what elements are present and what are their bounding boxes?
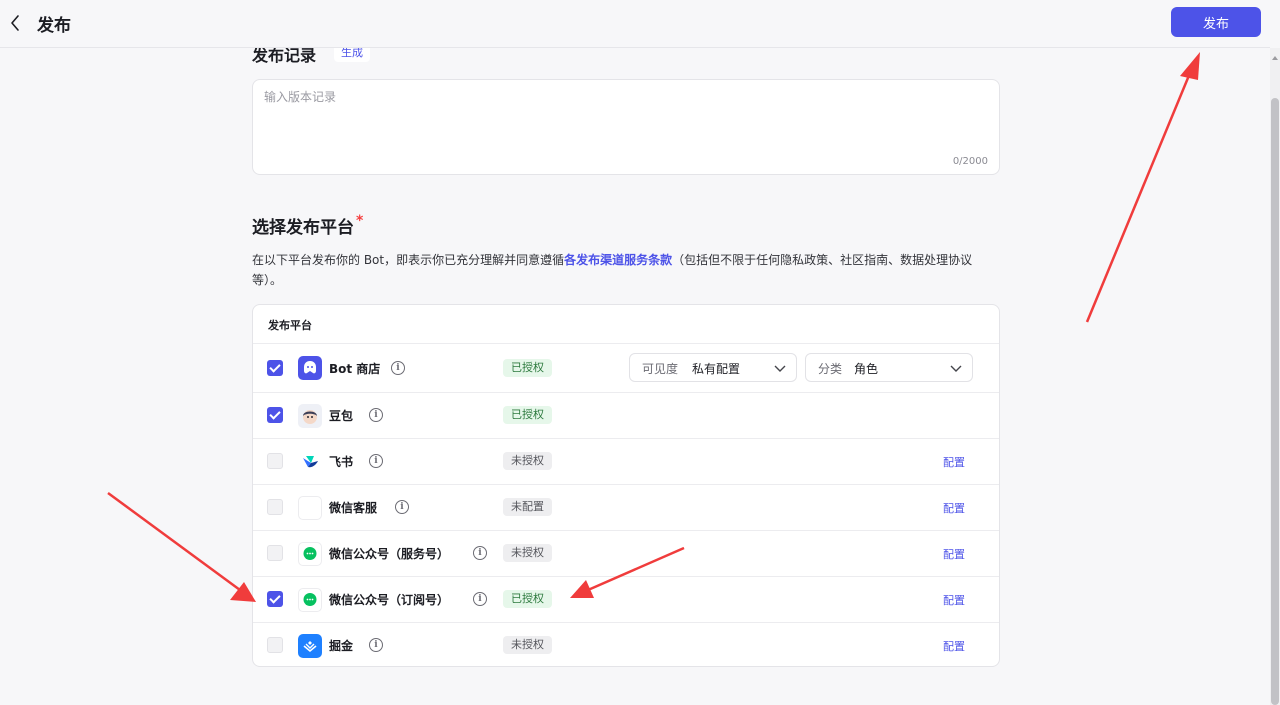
platform-row-wechat-service: 微信客服 i 未配置 配置 — [253, 485, 999, 531]
visibility-label: 可见度 — [642, 362, 679, 376]
configure-link[interactable]: 配置 — [943, 500, 965, 516]
bot-store-checkbox[interactable] — [267, 360, 283, 376]
configure-link[interactable]: 配置 — [943, 638, 965, 654]
juejin-checkbox[interactable] — [267, 637, 283, 653]
wechat-icon — [298, 542, 322, 566]
wechat-service-icon — [298, 496, 322, 520]
configure-link[interactable]: 配置 — [943, 454, 965, 470]
wechat-icon — [298, 588, 322, 612]
chevron-down-icon — [950, 362, 962, 376]
wechat-subscription-checkbox[interactable] — [267, 591, 283, 607]
table-header-label: 发布平台 — [268, 319, 312, 332]
scrollbar-thumb[interactable] — [1271, 98, 1279, 705]
info-icon[interactable]: i — [473, 546, 487, 560]
status-badge: 已授权 — [503, 406, 552, 424]
info-icon[interactable]: i — [369, 454, 383, 468]
wechat-service-checkbox[interactable] — [267, 499, 283, 515]
visibility-select[interactable]: 可见度 私有配置 — [629, 353, 797, 382]
terms-link[interactable]: 各发布渠道服务条款 — [564, 253, 672, 267]
required-mark: * — [356, 213, 364, 229]
status-badge: 已授权 — [503, 590, 552, 608]
platform-name: 微信客服 — [329, 501, 378, 515]
release-notes-input[interactable] — [253, 80, 999, 174]
configure-link[interactable]: 配置 — [943, 592, 965, 608]
platform-row-doubao: 豆包 i 已授权 — [253, 393, 999, 439]
info-icon[interactable]: i — [395, 500, 409, 514]
arrow-to-publish-button — [1085, 52, 1200, 323]
page-title: 发布 — [37, 16, 71, 36]
platform-name: 飞书 — [329, 455, 354, 469]
platform-name: 微信公众号（订阅号） — [329, 593, 450, 607]
wechat-service-account-checkbox[interactable] — [267, 545, 283, 561]
platform-name: 掘金 — [329, 639, 354, 653]
visibility-value: 私有配置 — [692, 362, 741, 376]
status-badge: 未授权 — [503, 636, 552, 654]
doubao-icon — [298, 404, 322, 428]
info-icon[interactable]: i — [473, 592, 487, 606]
chevron-down-icon — [774, 362, 786, 376]
char-counter: 0/2000 — [952, 156, 988, 167]
platform-row-juejin: 掘金 i 未授权 配置 — [253, 623, 999, 666]
scroll-up-arrow-icon[interactable] — [1272, 56, 1278, 60]
platform-name: Bot 商店 — [329, 362, 381, 376]
platform-name: 豆包 — [329, 409, 354, 423]
top-bar: 发布 发布 — [0, 0, 1270, 48]
configure-link[interactable]: 配置 — [943, 546, 965, 562]
juejin-icon — [298, 634, 322, 658]
platform-section-title-text: 选择发布平台 — [252, 218, 354, 238]
status-badge: 已授权 — [503, 359, 552, 377]
info-icon[interactable]: i — [391, 361, 405, 375]
category-select[interactable]: 分类 角色 — [805, 353, 973, 382]
platform-table: 发布平台 Bot 商店 i 已授权 可见度 私有配置 分类 角色 豆包 i 已授… — [252, 304, 1000, 667]
platform-terms-description: 在以下平台发布你的 Bot，即表示你已充分理解并同意遵循各发布渠道服务条款（包括… — [252, 250, 1000, 290]
publish-button[interactable]: 发布 — [1171, 7, 1261, 37]
doubao-checkbox[interactable] — [267, 407, 283, 423]
status-badge: 未授权 — [503, 544, 552, 562]
info-icon[interactable]: i — [369, 638, 383, 652]
table-header: 发布平台 — [253, 305, 999, 344]
feishu-checkbox[interactable] — [267, 453, 283, 469]
release-notes-field: 0/2000 — [252, 79, 1000, 175]
platform-row-feishu: 飞书 i 未授权 配置 — [253, 439, 999, 485]
terms-text-before: 在以下平台发布你的 Bot，即表示你已充分理解并同意遵循 — [252, 253, 565, 267]
platform-row-bot-store: Bot 商店 i 已授权 可见度 私有配置 分类 角色 — [253, 344, 999, 393]
platform-section-title: 选择发布平台 * — [252, 213, 363, 238]
platform-row-wechat-service-account: 微信公众号（服务号） i 未授权 配置 — [253, 531, 999, 577]
category-value: 角色 — [854, 362, 879, 376]
platform-row-wechat-subscription: 微信公众号（订阅号） i 已授权 配置 — [253, 577, 999, 623]
bot-store-icon — [298, 356, 322, 380]
info-icon[interactable]: i — [369, 408, 383, 422]
platform-name: 微信公众号（服务号） — [329, 547, 450, 561]
category-label: 分类 — [818, 362, 843, 376]
status-badge: 未配置 — [503, 498, 552, 516]
back-arrow-icon[interactable] — [8, 12, 22, 34]
feishu-icon — [298, 450, 322, 474]
arrow-to-subscription-checkbox — [107, 491, 256, 602]
status-badge: 未授权 — [503, 452, 552, 470]
